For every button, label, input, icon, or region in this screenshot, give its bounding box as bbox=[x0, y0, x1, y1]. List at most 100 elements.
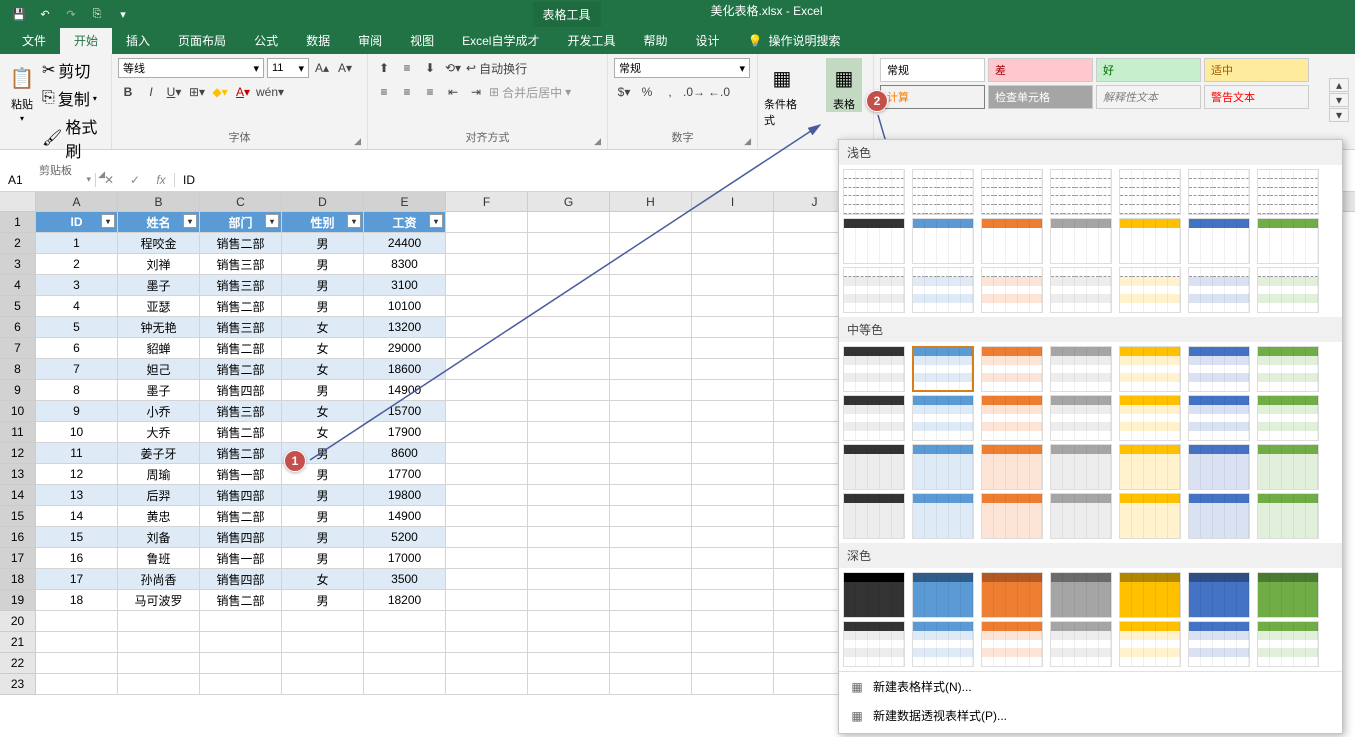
tab-addin[interactable]: Excel自学成才 bbox=[448, 27, 553, 54]
cell[interactable]: 销售四部 bbox=[200, 527, 282, 548]
table-style-thumb[interactable] bbox=[912, 493, 974, 539]
merge-button[interactable]: ⊞合并后居中▾ bbox=[489, 82, 571, 102]
cell[interactable]: 男 bbox=[282, 506, 364, 527]
table-style-thumb[interactable] bbox=[1119, 395, 1181, 441]
filter-dropdown-icon[interactable]: ▾ bbox=[101, 214, 115, 228]
table-style-thumb[interactable] bbox=[1050, 444, 1112, 490]
table-style-thumb[interactable] bbox=[1188, 346, 1250, 392]
row-header[interactable]: 10 bbox=[0, 401, 36, 422]
row-header[interactable]: 8 bbox=[0, 359, 36, 380]
table-style-thumb[interactable] bbox=[843, 169, 905, 215]
align-left-icon[interactable]: ≡ bbox=[374, 82, 394, 102]
styles-up-icon[interactable]: ▴ bbox=[1329, 78, 1349, 92]
font-dialog-launcher[interactable]: ◢ bbox=[354, 136, 361, 147]
col-header-A[interactable]: A bbox=[36, 192, 118, 211]
table-style-thumb[interactable] bbox=[981, 572, 1043, 618]
table-style-thumb[interactable] bbox=[981, 395, 1043, 441]
style-normal[interactable]: 常规 bbox=[880, 58, 985, 82]
table-style-thumb[interactable] bbox=[981, 267, 1043, 313]
cell[interactable]: 17700 bbox=[364, 464, 446, 485]
row-header[interactable]: 20 bbox=[0, 611, 36, 632]
tab-view[interactable]: 视图 bbox=[396, 27, 448, 54]
tab-insert[interactable]: 插入 bbox=[112, 27, 164, 54]
table-style-thumb[interactable] bbox=[912, 169, 974, 215]
cell[interactable]: 销售一部 bbox=[200, 464, 282, 485]
cell[interactable]: 马可波罗 bbox=[118, 590, 200, 611]
table-style-thumb[interactable] bbox=[1119, 444, 1181, 490]
cell[interactable]: 8 bbox=[36, 380, 118, 401]
qat-redo-icon[interactable]: ↷ bbox=[60, 3, 82, 25]
new-pivot-style-button[interactable]: ▦ 新建数据透视表样式(P)... bbox=[839, 701, 1342, 730]
cell[interactable]: 29000 bbox=[364, 338, 446, 359]
table-style-thumb[interactable] bbox=[1257, 444, 1319, 490]
table-style-thumb[interactable] bbox=[1257, 346, 1319, 392]
table-style-thumb[interactable] bbox=[1257, 621, 1319, 667]
cell[interactable]: 女 bbox=[282, 338, 364, 359]
cell[interactable]: 3 bbox=[36, 275, 118, 296]
table-style-thumb[interactable] bbox=[981, 621, 1043, 667]
cell[interactable]: 5200 bbox=[364, 527, 446, 548]
cell[interactable]: 销售三部 bbox=[200, 401, 282, 422]
cell[interactable]: 女 bbox=[282, 359, 364, 380]
cell[interactable]: 14900 bbox=[364, 506, 446, 527]
cell[interactable]: 15 bbox=[36, 527, 118, 548]
table-style-thumb[interactable] bbox=[843, 621, 905, 667]
align-top-icon[interactable]: ⬆ bbox=[374, 58, 394, 78]
pinyin-button[interactable]: wén▾ bbox=[256, 82, 284, 102]
font-color-button[interactable]: A▾ bbox=[233, 82, 253, 102]
align-right-icon[interactable]: ≡ bbox=[420, 82, 440, 102]
styles-down-icon[interactable]: ▾ bbox=[1329, 93, 1349, 107]
cell[interactable]: 销售二部 bbox=[200, 338, 282, 359]
filter-dropdown-icon[interactable]: ▾ bbox=[265, 214, 279, 228]
table-style-thumb[interactable] bbox=[1119, 218, 1181, 264]
table-style-thumb[interactable] bbox=[1188, 444, 1250, 490]
row-header[interactable]: 15 bbox=[0, 506, 36, 527]
fx-icon[interactable]: fx bbox=[148, 173, 174, 187]
table-header-id[interactable]: ID▾ bbox=[36, 212, 118, 233]
style-calc[interactable]: 计算 bbox=[880, 85, 985, 109]
tab-file[interactable]: 文件 bbox=[8, 27, 60, 54]
table-style-thumb[interactable] bbox=[1257, 169, 1319, 215]
col-header-I[interactable]: I bbox=[692, 192, 774, 211]
cell[interactable]: 13200 bbox=[364, 317, 446, 338]
row-header[interactable]: 12 bbox=[0, 443, 36, 464]
table-header-name[interactable]: 姓名▾ bbox=[118, 212, 200, 233]
table-style-thumb[interactable] bbox=[912, 267, 974, 313]
table-style-thumb[interactable] bbox=[843, 572, 905, 618]
table-style-thumb[interactable] bbox=[912, 218, 974, 264]
cell[interactable]: 男 bbox=[282, 590, 364, 611]
tab-developer[interactable]: 开发工具 bbox=[553, 27, 629, 54]
row-header[interactable]: 4 bbox=[0, 275, 36, 296]
tab-data[interactable]: 数据 bbox=[292, 27, 344, 54]
cell[interactable]: 刘备 bbox=[118, 527, 200, 548]
cell[interactable]: 13 bbox=[36, 485, 118, 506]
table-style-thumb[interactable] bbox=[912, 621, 974, 667]
row-header[interactable]: 21 bbox=[0, 632, 36, 653]
align-dialog-launcher[interactable]: ◢ bbox=[594, 136, 601, 147]
font-size-combo[interactable]: 11▾ bbox=[267, 58, 309, 78]
cell[interactable]: 墨子 bbox=[118, 380, 200, 401]
qat-touch-icon[interactable]: ⎘ bbox=[86, 3, 108, 25]
table-style-thumb[interactable] bbox=[1050, 395, 1112, 441]
table-style-thumb[interactable] bbox=[1188, 572, 1250, 618]
cell[interactable]: 16 bbox=[36, 548, 118, 569]
cell[interactable]: 后羿 bbox=[118, 485, 200, 506]
table-style-thumb[interactable] bbox=[843, 267, 905, 313]
table-style-thumb[interactable] bbox=[1050, 169, 1112, 215]
comma-button[interactable]: , bbox=[660, 82, 680, 102]
number-dialog-launcher[interactable]: ◢ bbox=[744, 136, 751, 147]
style-explain[interactable]: 解释性文本 bbox=[1096, 85, 1201, 109]
table-style-thumb[interactable] bbox=[1188, 621, 1250, 667]
enter-icon[interactable]: ✓ bbox=[122, 173, 148, 187]
copy-button[interactable]: ⎘复制▾ bbox=[42, 86, 105, 110]
table-style-thumb[interactable] bbox=[981, 346, 1043, 392]
row-header[interactable]: 3 bbox=[0, 254, 36, 275]
cell[interactable]: 男 bbox=[282, 275, 364, 296]
table-style-thumb[interactable] bbox=[1188, 218, 1250, 264]
decrease-font-icon[interactable]: A▾ bbox=[335, 58, 355, 78]
indent-inc-icon[interactable]: ⇥ bbox=[466, 82, 486, 102]
table-style-thumb[interactable] bbox=[1050, 267, 1112, 313]
col-header-F[interactable]: F bbox=[446, 192, 528, 211]
cell[interactable]: 男 bbox=[282, 527, 364, 548]
table-style-thumb[interactable] bbox=[1188, 169, 1250, 215]
